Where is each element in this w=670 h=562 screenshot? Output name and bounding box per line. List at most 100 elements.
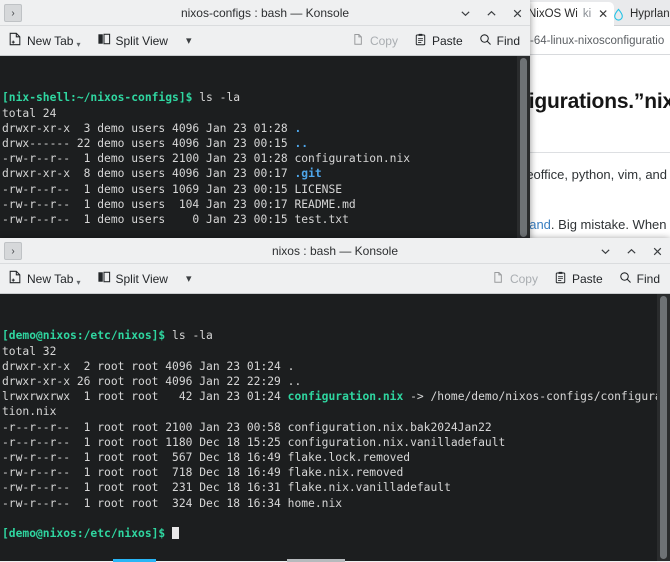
new-tab-button[interactable]: New Tab ▾ bbox=[8, 270, 83, 287]
title-bar[interactable]: › nixos : bash — Konsole bbox=[0, 238, 670, 264]
terminal-line: drwx------ 22 demo users 4096 Jan 23 00:… bbox=[2, 136, 530, 151]
terminal-text: tion.nix bbox=[2, 405, 56, 418]
toolbar-right-group: Copy Paste Find bbox=[492, 264, 660, 294]
terminal-text: -r--r--r-- 1 root root 2100 Jan 23 00:58… bbox=[2, 421, 492, 434]
terminal-text: [nix-shell:~/nixos-configs]$ bbox=[2, 91, 199, 104]
toolbar-left-group: New Tab ▾ Split View ▾ bbox=[8, 270, 192, 287]
terminal-text: -rw-r--r-- 1 demo users 1069 Jan 23 00:1… bbox=[2, 183, 342, 196]
terminal-text: drwxr-xr-x 2 root root 4096 Jan 23 01:24… bbox=[2, 360, 294, 373]
terminal-text: [demo@nixos:/etc/nixos]$ bbox=[2, 329, 172, 342]
browser-tab-title-overflow: ki bbox=[583, 8, 591, 20]
chevron-down-icon[interactable]: ▾ bbox=[186, 34, 192, 47]
paste-label: Paste bbox=[432, 34, 463, 48]
terminal-text: -rw-r--r-- 1 root root 718 Dec 18 16:49 … bbox=[2, 466, 403, 479]
terminal-text: .git bbox=[294, 167, 321, 180]
chevron-down-icon[interactable]: ▾ bbox=[76, 40, 80, 49]
terminal-scrollbar[interactable] bbox=[517, 56, 530, 239]
terminal-line: drwxr-xr-x 26 root root 4096 Jan 22 22:2… bbox=[2, 374, 670, 389]
browser-tab-hyprland[interactable]: Hyprland bbox=[606, 2, 670, 26]
terminal-text: drwxr-xr-x 26 root root 4096 Jan 22 22:2… bbox=[2, 375, 301, 388]
find-button[interactable]: Find bbox=[479, 33, 520, 49]
chevron-down-icon[interactable]: ▾ bbox=[76, 278, 80, 287]
window-menu-button[interactable]: › bbox=[4, 242, 22, 260]
split-view-button[interactable]: Split View bbox=[97, 32, 168, 49]
copy-button[interactable]: Copy bbox=[352, 33, 398, 49]
minimize-icon[interactable] bbox=[459, 7, 472, 20]
terminal-text: drwxr-xr-x 8 demo users 4096 Jan 23 00:1… bbox=[2, 167, 294, 180]
search-icon bbox=[479, 33, 492, 49]
terminal-output[interactable]: [demo@nixos:/etc/nixos]$ ls -la total 32 d… bbox=[0, 294, 670, 561]
scrollbar-thumb[interactable] bbox=[660, 296, 667, 559]
konsole-window-nixos[interactable]: › nixos : bash — Konsole bbox=[0, 238, 670, 562]
terminal-line: -rw-r--r-- 1 demo users 1069 Jan 23 00:1… bbox=[2, 182, 530, 197]
copy-icon bbox=[352, 33, 365, 49]
split-view-button[interactable]: Split View bbox=[97, 270, 168, 287]
terminal-line: -rw-r--r-- 1 demo users 2100 Jan 23 01:2… bbox=[2, 151, 530, 166]
terminal-line: [nix-shell:~/nixos-configs]$ ls -la bbox=[2, 90, 530, 105]
terminal-text: drwxr-xr-x 3 demo users 4096 Jan 23 01:2… bbox=[2, 122, 294, 135]
terminal-text: -rw-r--r-- 1 root root 567 Dec 18 16:49 … bbox=[2, 451, 410, 464]
terminal-text: [demo@nixos:/etc/nixos]$ bbox=[2, 527, 172, 540]
terminal-line: total 24 bbox=[2, 106, 530, 121]
url-text: -64-linux-nixosconfiguratio bbox=[530, 35, 664, 47]
terminal-text: -rw-r--r-- 1 root root 231 Dec 18 16:31 … bbox=[2, 481, 451, 494]
terminal-line: -r--r--r-- 1 root root 2100 Jan 23 00:58… bbox=[2, 420, 670, 435]
paste-button[interactable]: Paste bbox=[414, 33, 463, 49]
new-tab-icon bbox=[8, 270, 22, 287]
scrollbar-thumb[interactable] bbox=[520, 58, 527, 237]
split-view-label: Split View bbox=[116, 34, 168, 48]
search-icon bbox=[619, 271, 632, 287]
new-tab-label: New Tab bbox=[27, 272, 73, 286]
article-paragraph-two: rland. Big mistake. When bbox=[522, 217, 667, 232]
maximize-icon[interactable] bbox=[485, 7, 498, 20]
terminal-line: drwxr-xr-x 8 demo users 4096 Jan 23 00:1… bbox=[2, 166, 530, 181]
terminal-line: -rw-r--r-- 1 root root 718 Dec 18 16:49 … bbox=[2, 465, 670, 480]
konsole-window-nixos-configs[interactable]: › nixos-configs : bash — Konsole bbox=[0, 0, 530, 240]
window-menu-button[interactable]: › bbox=[4, 4, 22, 22]
new-tab-button[interactable]: New Tab ▾ bbox=[8, 32, 83, 49]
copy-button[interactable]: Copy bbox=[492, 271, 538, 287]
window-title: nixos-configs : bash — Konsole bbox=[0, 6, 530, 20]
terminal-text: lrwxrwxrwx 1 root root 42 Jan 23 01:24 bbox=[2, 390, 288, 403]
terminal-cursor bbox=[172, 527, 179, 539]
find-label: Find bbox=[637, 272, 660, 286]
terminal-output[interactable]: [nix-shell:~/nixos-configs]$ ls -latotal… bbox=[0, 56, 530, 239]
copy-icon bbox=[492, 271, 505, 287]
paste-label: Paste bbox=[572, 272, 603, 286]
terminal-text: configuration.nix bbox=[288, 390, 404, 403]
split-view-label: Split View bbox=[116, 272, 168, 286]
terminal-line: drwxr-xr-x 2 root root 4096 Jan 23 01:24… bbox=[2, 359, 670, 374]
terminal-line: -rw-r--r-- 1 demo users 104 Jan 23 00:17… bbox=[2, 197, 530, 212]
article-paragraph-two-rest: . Big mistake. When bbox=[551, 217, 667, 232]
maximize-icon[interactable] bbox=[625, 245, 638, 258]
find-button[interactable]: Find bbox=[619, 271, 660, 287]
chevron-down-icon[interactable]: ▾ bbox=[186, 272, 192, 285]
toolbar-left-group: New Tab ▾ Split View ▾ bbox=[8, 32, 192, 49]
window-controls bbox=[459, 0, 524, 26]
close-icon[interactable] bbox=[651, 245, 664, 258]
terminal-line: drwxr-xr-x 3 demo users 4096 Jan 23 01:2… bbox=[2, 121, 530, 136]
close-icon[interactable] bbox=[511, 7, 524, 20]
browser-tab-title: Hyprland bbox=[630, 8, 670, 20]
terminal-line: total 32 bbox=[2, 344, 670, 359]
article-heading: figurations.”nixo bbox=[522, 90, 670, 114]
window-controls bbox=[599, 238, 664, 264]
terminal-line: -rw-r--r-- 1 demo users 0 Jan 23 00:15 t… bbox=[2, 212, 530, 227]
terminal-text: drwx------ 22 demo users 4096 Jan 23 00:… bbox=[2, 137, 294, 150]
terminal-text: total 32 bbox=[2, 345, 56, 358]
terminal-line: [demo@nixos:/etc/nixos]$ bbox=[2, 526, 670, 541]
terminal-text: ls -la bbox=[172, 329, 213, 342]
minimize-icon[interactable] bbox=[599, 245, 612, 258]
paste-icon bbox=[554, 271, 567, 287]
terminal-text: -rw-r--r-- 1 root root 324 Dec 18 16:34 … bbox=[2, 497, 342, 510]
terminal-line: -rw-r--r-- 1 root root 231 Dec 18 16:31 … bbox=[2, 480, 670, 495]
title-bar[interactable]: › nixos-configs : bash — Konsole bbox=[0, 0, 530, 26]
terminal-text: -r--r--r-- 1 root root 1180 Dec 18 15:25… bbox=[2, 436, 505, 449]
browser-tab-title: NixOS Wi bbox=[528, 8, 578, 20]
screen: NixOS Wi ki ✕ Hyprland -64-linux-nixosco… bbox=[0, 0, 670, 562]
window-title: nixos : bash — Konsole bbox=[0, 244, 670, 258]
browser-tab-nixos-wiki[interactable]: NixOS Wi ki ✕ bbox=[522, 2, 614, 26]
toolbar: New Tab ▾ Split View ▾ Copy bbox=[0, 26, 530, 56]
paste-button[interactable]: Paste bbox=[554, 271, 603, 287]
terminal-scrollbar[interactable] bbox=[657, 294, 670, 561]
